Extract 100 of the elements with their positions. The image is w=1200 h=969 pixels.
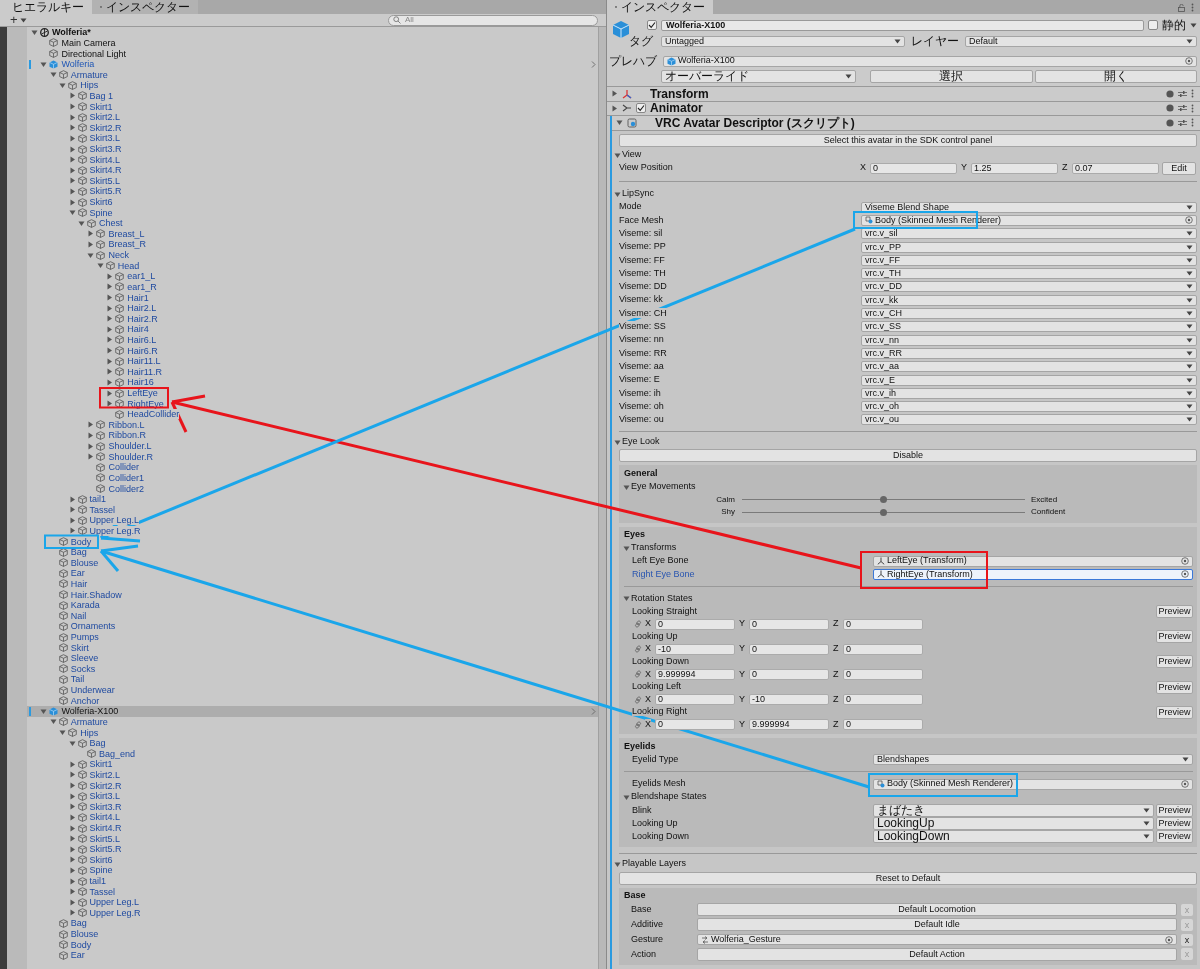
hierarchy-item[interactable]: Armature bbox=[27, 716, 598, 728]
dropdown[interactable]: vrc.v_kk bbox=[861, 294, 1197, 306]
hierarchy-item[interactable]: Breast_R bbox=[27, 239, 598, 250]
hierarchy-item[interactable]: Upper Leg.L bbox=[27, 515, 598, 526]
layer-button[interactable]: Default Idle bbox=[697, 918, 1177, 932]
hierarchy-item[interactable]: Collider bbox=[27, 462, 598, 473]
hierarchy-item[interactable]: Ear bbox=[27, 950, 598, 961]
hierarchy-item[interactable]: Bag bbox=[27, 918, 598, 929]
hierarchy-item[interactable]: Hair2.L bbox=[27, 302, 598, 314]
dropdown[interactable]: vrc.v_oh bbox=[861, 401, 1197, 413]
add-button[interactable]: + bbox=[8, 14, 29, 26]
number-field[interactable]: 0 bbox=[843, 719, 923, 731]
number-field[interactable]: 0 bbox=[843, 643, 923, 655]
number-field[interactable]: 0 bbox=[749, 643, 829, 655]
hierarchy-item[interactable]: Skirt6 bbox=[27, 854, 598, 866]
hierarchy-item[interactable]: Hips bbox=[27, 727, 598, 738]
component-header[interactable]: VRC Avatar Descriptor (スクリプト) bbox=[612, 116, 1200, 131]
hierarchy-item[interactable]: Bag bbox=[27, 546, 598, 558]
hierarchy-item[interactable]: Skirt5.L bbox=[27, 175, 598, 187]
hierarchy-item[interactable]: HeadCollider bbox=[27, 408, 598, 420]
hierarchy-item[interactable]: RightEye bbox=[27, 398, 598, 409]
remove-button[interactable]: x bbox=[1181, 933, 1193, 946]
number-field[interactable]: 0 bbox=[843, 618, 923, 630]
hierarchy-item[interactable]: Hair11.L bbox=[27, 355, 598, 367]
preview-button[interactable]: Preview bbox=[1156, 830, 1193, 844]
dropdown[interactable]: Blendshapes bbox=[873, 754, 1193, 766]
hierarchy-item[interactable]: Skirt3.R bbox=[27, 801, 598, 813]
checkbox[interactable] bbox=[636, 103, 646, 114]
hierarchy-item[interactable]: Skirt2.R bbox=[27, 780, 598, 791]
hierarchy-item[interactable]: tail1 bbox=[27, 493, 598, 505]
preview-button[interactable]: Preview bbox=[1156, 803, 1193, 817]
number-field[interactable]: 0 bbox=[843, 668, 923, 680]
dropdown[interactable]: LookingDown bbox=[873, 830, 1154, 844]
number-field[interactable]: 1.25 bbox=[971, 162, 1058, 174]
reset-button[interactable]: Reset to Default bbox=[619, 871, 1197, 885]
hierarchy-item[interactable]: Upper Leg.L bbox=[27, 896, 598, 908]
select-button[interactable]: 選択 bbox=[870, 69, 1033, 83]
preview-button[interactable]: Preview bbox=[1156, 604, 1193, 618]
hierarchy-item[interactable]: Nail bbox=[27, 610, 598, 622]
hierarchy-item[interactable]: Skirt5.R bbox=[27, 843, 598, 855]
hierarchy-item[interactable]: ear1_L bbox=[27, 271, 598, 282]
hierarchy-item[interactable]: Pumps bbox=[27, 631, 598, 643]
slider-thumb[interactable] bbox=[880, 496, 887, 504]
hierarchy-item[interactable]: Skirt6 bbox=[27, 196, 598, 208]
checkbox[interactable] bbox=[647, 20, 657, 30]
hierarchy-item[interactable]: Blouse bbox=[27, 557, 598, 569]
hierarchy-item[interactable]: Body bbox=[27, 536, 598, 547]
hierarchy-item[interactable]: Upper Leg.R bbox=[27, 525, 598, 537]
hierarchy-item[interactable]: Hair6.R bbox=[27, 345, 598, 356]
hierarchy-item[interactable]: Skirt1 bbox=[27, 759, 598, 770]
hierarchy-item[interactable]: Skirt bbox=[27, 642, 598, 653]
hierarchy-item[interactable]: Skirt1 bbox=[27, 101, 598, 112]
foldout[interactable]: Transforms bbox=[623, 541, 1193, 555]
hierarchy-item[interactable]: Armature bbox=[27, 69, 598, 81]
dropdown[interactable]: vrc.v_FF bbox=[861, 254, 1197, 266]
hierarchy-item[interactable]: Body bbox=[27, 939, 598, 950]
number-field[interactable]: 0 bbox=[655, 694, 735, 706]
number-field[interactable]: 9.999994 bbox=[749, 719, 829, 731]
hierarchy-item[interactable]: Skirt3.L bbox=[27, 790, 598, 802]
object-field[interactable]: RightEye (Transform) bbox=[873, 569, 1193, 580]
foldout[interactable]: Rotation States bbox=[623, 592, 1193, 606]
hierarchy-item[interactable]: Hair11.R bbox=[27, 366, 598, 378]
layer-dropdown[interactable]: Default bbox=[965, 35, 1197, 47]
hierarchy-item[interactable]: Tassel bbox=[27, 504, 598, 516]
foldout[interactable]: Eye Look bbox=[614, 435, 1197, 449]
hierarchy-item[interactable]: Head bbox=[27, 260, 598, 271]
number-field[interactable]: 0.07 bbox=[1072, 162, 1159, 174]
dropdown[interactable]: vrc.v_aa bbox=[861, 361, 1197, 373]
dropdown[interactable]: Viseme Blend Shape bbox=[861, 201, 1197, 213]
hierarchy-item[interactable]: Hair2.R bbox=[27, 313, 598, 325]
number-field[interactable]: 9.999994 bbox=[655, 668, 735, 680]
panel-tab[interactable]: インスペクター bbox=[607, 0, 713, 14]
panel-tab[interactable]: ヒエラルキー bbox=[0, 0, 92, 14]
edit-button[interactable]: Edit bbox=[1162, 161, 1196, 175]
preview-button[interactable]: Preview bbox=[1156, 705, 1193, 719]
hierarchy-item[interactable]: Skirt4.L bbox=[27, 154, 598, 165]
hierarchy-item[interactable]: Socks bbox=[27, 663, 598, 675]
hierarchy-item[interactable]: Ribbon.L bbox=[27, 419, 598, 431]
foldout[interactable]: LipSync bbox=[614, 187, 1197, 201]
foldout[interactable]: Blendshape States bbox=[623, 790, 1193, 804]
hierarchy-item[interactable]: Upper Leg.R bbox=[27, 907, 598, 919]
hierarchy-item[interactable]: Spine bbox=[27, 865, 598, 876]
disable-button[interactable]: Disable bbox=[619, 448, 1197, 462]
dropdown[interactable]: vrc.v_sil bbox=[861, 228, 1197, 240]
layer-button[interactable]: Default Action bbox=[697, 947, 1177, 961]
dropdown[interactable]: LookingUp bbox=[873, 817, 1154, 831]
dropdown[interactable]: vrc.v_SS bbox=[861, 321, 1197, 333]
name-field[interactable]: Wolferia-X100 bbox=[661, 19, 1144, 31]
layer-button[interactable]: Default Locomotion bbox=[697, 903, 1177, 917]
hierarchy-item[interactable]: Collider1 bbox=[27, 472, 598, 484]
hierarchy-item[interactable]: Skirt4.L bbox=[27, 812, 598, 823]
preview-button[interactable]: Preview bbox=[1156, 817, 1193, 831]
hierarchy-item[interactable]: Spine bbox=[27, 207, 598, 218]
open-button[interactable]: 開く bbox=[1034, 69, 1197, 83]
foldout[interactable]: Playable Layers bbox=[614, 857, 1197, 871]
hierarchy-item[interactable]: LeftEye bbox=[27, 387, 598, 399]
hierarchy-item[interactable]: Skirt3.L bbox=[27, 133, 598, 144]
dropdown[interactable]: vrc.v_nn bbox=[861, 334, 1197, 346]
dropdown[interactable]: vrc.v_DD bbox=[861, 281, 1197, 293]
hierarchy-item[interactable]: Neck bbox=[27, 249, 598, 261]
